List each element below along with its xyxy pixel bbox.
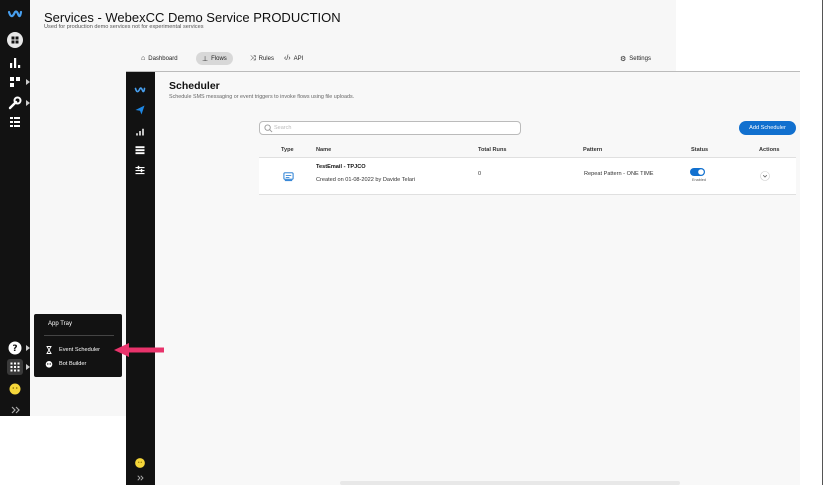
svg-text:?: ? xyxy=(12,344,17,354)
webex-logo-icon[interactable] xyxy=(134,84,146,96)
settings-label: Settings xyxy=(629,55,651,62)
annotation-arrow-icon xyxy=(114,343,164,357)
scheduler-panel: Scheduler Schedule SMS messaging or even… xyxy=(155,72,800,485)
code-icon: ‹/› xyxy=(284,55,291,62)
table-row[interactable]: TestEmail - TPJCO Created on 01-08-2022 … xyxy=(259,157,796,195)
search-placeholder: Search xyxy=(274,125,292,131)
menu-item-bot-builder[interactable]: Bot Builder xyxy=(45,360,86,368)
app-tray-popup: App Tray Event Scheduler Bot Builder xyxy=(34,314,122,377)
search-icon xyxy=(264,124,273,133)
row-pattern: Repeat Pattern - ONE TIME xyxy=(584,171,654,177)
tab-label: Rules xyxy=(258,55,274,62)
tab-api[interactable]: ‹/› API xyxy=(284,52,303,65)
avatar[interactable] xyxy=(7,381,23,397)
avatar[interactable] xyxy=(134,457,146,469)
column-header-pattern: Pattern xyxy=(583,147,603,153)
status-label: Enabled xyxy=(692,178,706,182)
row-total-runs: 0 xyxy=(478,171,482,177)
bot-icon xyxy=(45,361,53,368)
rules-icon: ⤨ xyxy=(250,54,256,62)
hourglass-icon xyxy=(46,346,52,354)
page-title: Services - WebexCC Demo Service PRODUCTI… xyxy=(44,10,341,25)
window-border xyxy=(822,0,823,485)
expand-icon[interactable] xyxy=(7,402,23,418)
home-icon: ⌂ xyxy=(141,55,146,62)
list-icon[interactable] xyxy=(7,114,23,130)
webex-logo-icon[interactable] xyxy=(7,6,23,22)
sliders-icon[interactable] xyxy=(134,164,146,176)
settings-button[interactable]: ⚙ Settings xyxy=(620,52,651,65)
gear-icon: ⚙ xyxy=(620,55,627,63)
apps-grid-icon[interactable] xyxy=(7,74,23,90)
flows-icon: ⊥ xyxy=(202,55,209,63)
tab-dashboard[interactable]: ⌂ Dashboard xyxy=(141,52,178,65)
chevron-down-icon[interactable] xyxy=(760,171,770,181)
inner-sidebar xyxy=(126,72,155,485)
tab-label: Dashboard xyxy=(148,55,178,62)
signal-bars-icon[interactable] xyxy=(134,125,146,137)
sms-icon xyxy=(283,172,294,182)
row-name: TestEmail - TPJCO xyxy=(316,164,366,170)
menu-item-label: Bot Builder xyxy=(59,361,87,367)
bottom-scrollbar[interactable] xyxy=(340,481,680,485)
wrench-icon[interactable] xyxy=(7,95,23,111)
add-scheduler-button[interactable]: Add Scheduler xyxy=(739,121,796,135)
scheduler-title: Scheduler xyxy=(169,80,220,92)
outer-sidebar: ? xyxy=(0,0,30,416)
column-header-total-runs: Total Runs xyxy=(478,147,507,153)
scheduler-subtitle: Schedule SMS messaging or event triggers… xyxy=(169,94,355,100)
status-toggle[interactable] xyxy=(690,168,705,176)
column-header-type: Type xyxy=(281,147,294,153)
send-icon[interactable] xyxy=(134,104,146,116)
dashboard-icon[interactable] xyxy=(7,32,23,48)
analytics-icon[interactable] xyxy=(7,54,23,70)
menu-item-event-scheduler[interactable]: Event Scheduler xyxy=(45,346,100,354)
app-tray-title: App Tray xyxy=(48,321,73,327)
tab-label: Flows xyxy=(211,55,227,62)
search-input[interactable]: Search xyxy=(259,121,521,135)
expand-icon[interactable] xyxy=(134,472,146,484)
tab-label: API xyxy=(293,55,304,62)
divider xyxy=(44,335,114,336)
menu-item-label: Event Scheduler xyxy=(59,347,101,353)
tab-flows[interactable]: ⊥ Flows xyxy=(196,52,233,65)
tab-rules[interactable]: ⤨ Rules xyxy=(250,52,274,65)
row-created: Created on 01-08-2022 by Davide Telari xyxy=(316,177,416,183)
column-header-actions: Actions xyxy=(759,147,780,153)
column-header-name: Name xyxy=(316,147,332,153)
service-header: Services - WebexCC Demo Service PRODUCTI… xyxy=(30,0,676,73)
column-header-status: Status xyxy=(691,147,709,153)
app-tray-icon[interactable] xyxy=(7,359,23,375)
page-subtitle: Used for production demo services not fo… xyxy=(44,24,204,30)
storage-icon[interactable] xyxy=(134,144,146,156)
help-icon[interactable]: ? xyxy=(7,340,23,356)
